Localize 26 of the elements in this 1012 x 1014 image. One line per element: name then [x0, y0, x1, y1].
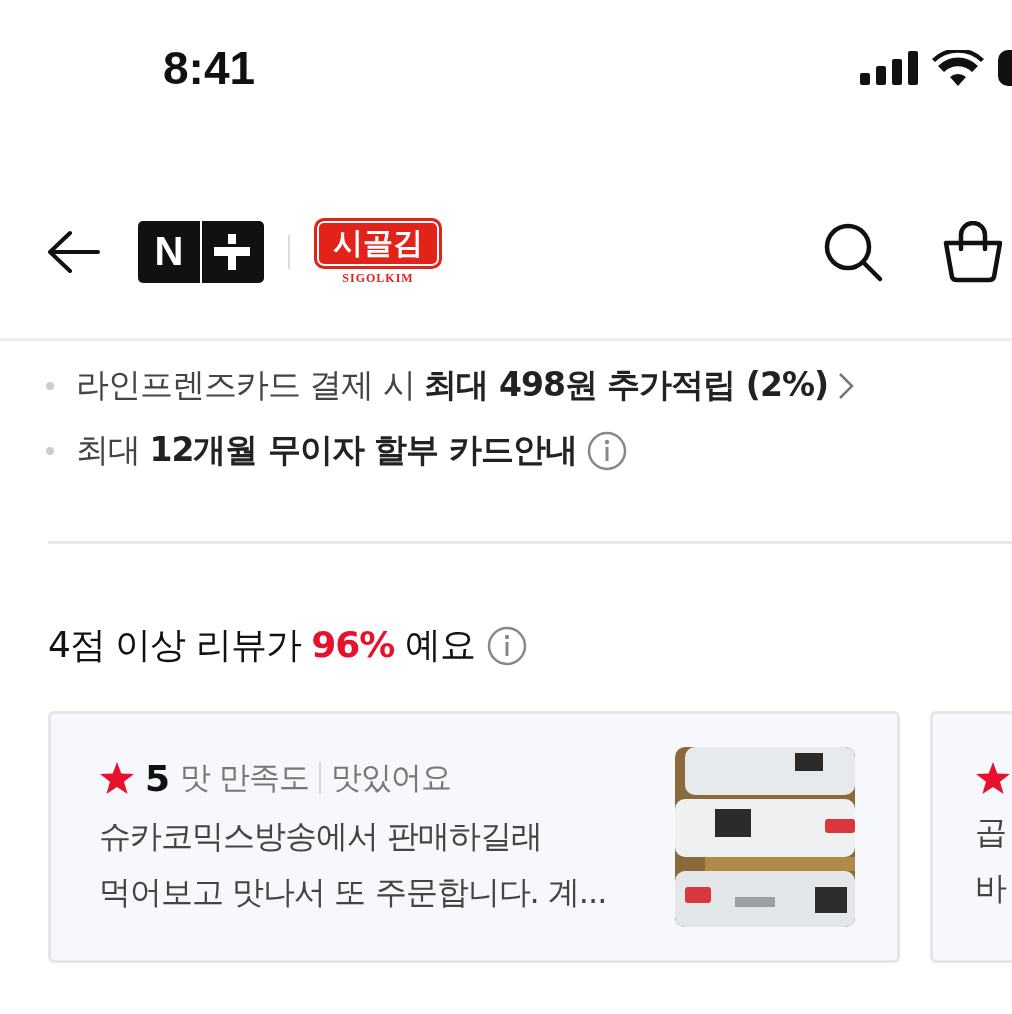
battery-icon: [998, 49, 1012, 86]
rating-score: 5: [145, 757, 171, 799]
review-card[interactable]: 곱 바: [930, 711, 1012, 963]
info-icon[interactable]: [586, 430, 627, 471]
status-time: 8:41: [163, 40, 256, 95]
benefit-text: 최대 12개월 무이자 할부 카드안내: [76, 429, 577, 471]
benefit-text: 라인프렌즈카드 결제 시 최대 498원 추가적립 (2%): [76, 364, 829, 406]
bullet-icon: [46, 381, 54, 390]
review-summary: 4점 이상 리뷰가 96% 예요: [48, 623, 475, 667]
review-text: 먹어보고 맛나서 또 주문합니다. 계...: [99, 872, 608, 913]
review-text: 슈카코믹스방송에서 판매하길래: [99, 816, 544, 857]
wifi-icon: [932, 49, 984, 86]
rating-answer: 맛있어요: [330, 758, 451, 797]
star-icon: [99, 761, 135, 795]
review-card[interactable]: 5 맛 만족도 맛있어요 슈카코믹스방송에서 판매하길래 먹어보고 맛나서 또 주문합니다. 계...: [48, 711, 900, 963]
chevron-right-icon[interactable]: [838, 371, 855, 400]
shopping-bag-icon[interactable]: [942, 220, 1004, 283]
signal-icon: [860, 50, 918, 85]
back-arrow-icon[interactable]: [46, 229, 100, 274]
bullet-icon: [46, 446, 54, 455]
review-text: 곱: [975, 812, 1007, 853]
review-text: 바: [975, 868, 1008, 909]
star-icon: [975, 761, 1011, 795]
rating-aspect: 맛 만족도: [180, 758, 309, 797]
membership-logo: N: [138, 220, 264, 283]
info-icon[interactable]: [486, 625, 527, 666]
